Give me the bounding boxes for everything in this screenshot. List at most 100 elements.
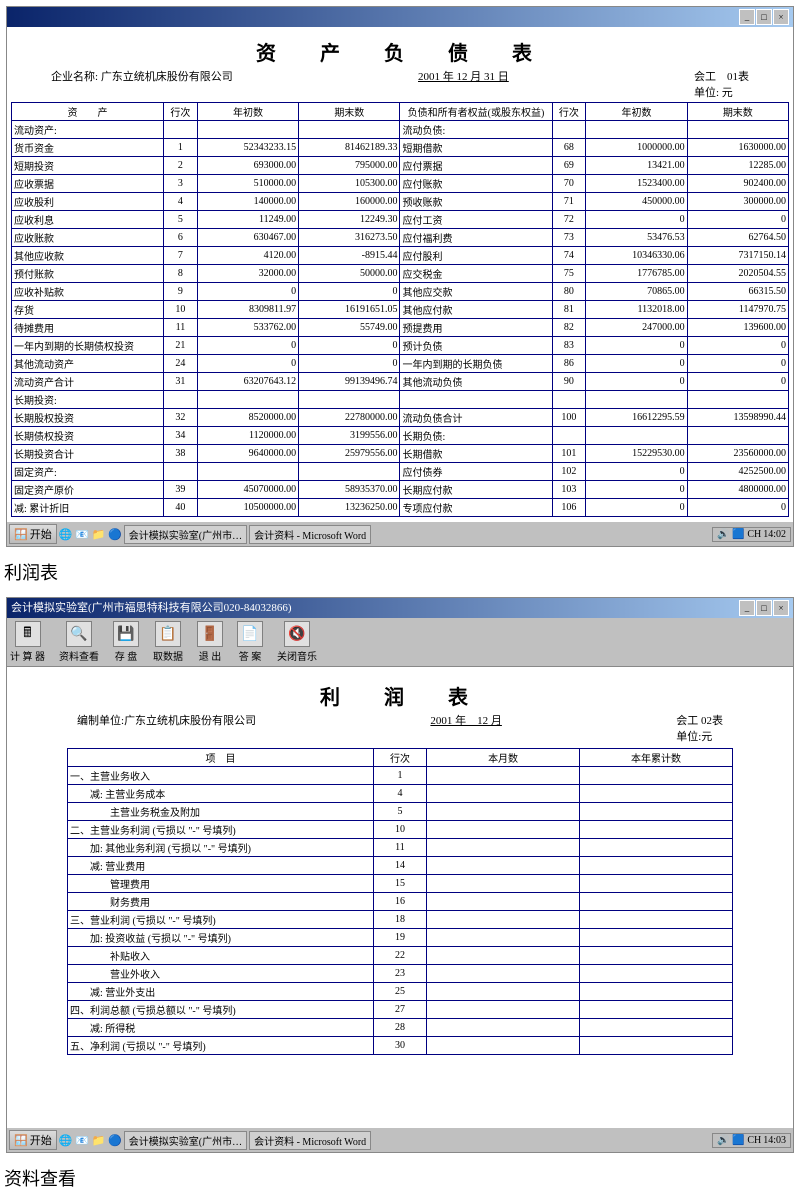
month-cell[interactable] <box>427 911 580 929</box>
minimize-button[interactable]: _ <box>739 600 755 616</box>
row-cell: 2 <box>164 157 198 175</box>
month-cell[interactable] <box>427 803 580 821</box>
taskbar-btn-1[interactable]: 会计模拟实验室(广州市… <box>124 1131 247 1150</box>
system-tray[interactable]: 🔊 🟦 CH 14:03 <box>712 1133 791 1148</box>
sheet-title: 资 产 负 债 表 <box>11 31 789 68</box>
maximize-button[interactable]: □ <box>756 9 772 25</box>
end2-cell: 0 <box>687 337 788 355</box>
minimize-button[interactable]: _ <box>739 9 755 25</box>
asset-cell: 预付账款 <box>12 265 164 283</box>
toolbar-item[interactable]: 🖩计 算 器 <box>10 621 45 663</box>
begin2-cell: 0 <box>586 211 687 229</box>
toolbar-item[interactable]: 🔍资料查看 <box>59 621 99 663</box>
col-month: 本月数 <box>427 749 580 767</box>
taskbar-btn-1[interactable]: 会计模拟实验室(广州市… <box>124 525 247 544</box>
end-cell: 3199556.00 <box>299 427 400 445</box>
month-cell[interactable] <box>427 947 580 965</box>
year-cell[interactable] <box>580 1001 733 1019</box>
maximize-button[interactable]: □ <box>756 600 772 616</box>
taskbar-btn-2[interactable]: 会计资料 - Microsoft Word <box>249 525 371 544</box>
row-cell: 5 <box>164 211 198 229</box>
start-button[interactable]: 🪟开始 <box>9 524 57 544</box>
item-cell: 三、营业利润 (亏损以 "-" 号填列) <box>68 911 374 929</box>
taskbar-btn-2[interactable]: 会计资料 - Microsoft Word <box>249 1131 371 1150</box>
begin-cell: 630467.00 <box>197 229 298 247</box>
liab-cell: 专项应付款 <box>400 499 552 517</box>
close-button[interactable]: × <box>773 9 789 25</box>
year-cell[interactable] <box>580 893 733 911</box>
row2-cell: 75 <box>552 265 586 283</box>
table-row: 财务费用16 <box>68 893 733 911</box>
toolbar-item[interactable]: 🚪退 出 <box>197 621 223 663</box>
year-cell[interactable] <box>580 911 733 929</box>
end-cell: 22780000.00 <box>299 409 400 427</box>
row2-cell: 68 <box>552 139 586 157</box>
begin-cell: 11249.00 <box>197 211 298 229</box>
year-cell[interactable] <box>580 965 733 983</box>
company-label: 编制单位: <box>77 715 124 727</box>
liab-cell: 应付工资 <box>400 211 552 229</box>
row-cell: 28 <box>373 1019 426 1037</box>
close-button[interactable]: × <box>773 600 789 616</box>
month-cell[interactable] <box>427 893 580 911</box>
month-cell[interactable] <box>427 1037 580 1055</box>
month-cell[interactable] <box>427 839 580 857</box>
begin-cell: 63207643.12 <box>197 373 298 391</box>
start-button[interactable]: 🪟开始 <box>9 1130 57 1150</box>
year-cell[interactable] <box>580 929 733 947</box>
begin-cell: 0 <box>197 337 298 355</box>
month-cell[interactable] <box>427 767 580 785</box>
begin2-cell: 0 <box>586 355 687 373</box>
titlebar[interactable]: _ □ × <box>7 7 793 27</box>
year-cell[interactable] <box>580 875 733 893</box>
year-cell[interactable] <box>580 947 733 965</box>
row2-cell <box>552 391 586 409</box>
item-cell: 减: 所得税 <box>68 1019 374 1037</box>
year-cell[interactable] <box>580 821 733 839</box>
month-cell[interactable] <box>427 875 580 893</box>
month-cell[interactable] <box>427 929 580 947</box>
toolbar-item[interactable]: 🔇关闭音乐 <box>277 621 317 663</box>
begin2-cell: 0 <box>586 499 687 517</box>
begin-cell: 140000.00 <box>197 193 298 211</box>
begin2-cell: 0 <box>586 337 687 355</box>
month-cell[interactable] <box>427 1001 580 1019</box>
system-tray[interactable]: 🔊 🟦 CH 14:02 <box>712 527 791 542</box>
row-cell <box>164 121 198 139</box>
col-end2: 期末数 <box>687 103 788 121</box>
month-cell[interactable] <box>427 821 580 839</box>
titlebar[interactable]: 会计模拟实验室(广州市福思特科技有限公司020-84032866) _ □ × <box>7 598 793 618</box>
year-cell[interactable] <box>580 839 733 857</box>
year-cell[interactable] <box>580 767 733 785</box>
toolbar-item[interactable]: 💾存 盘 <box>113 621 139 663</box>
end2-cell: 0 <box>687 499 788 517</box>
year-cell[interactable] <box>580 785 733 803</box>
month-cell[interactable] <box>427 1019 580 1037</box>
begin2-cell: 70865.00 <box>586 283 687 301</box>
month-cell[interactable] <box>427 785 580 803</box>
month-cell[interactable] <box>427 965 580 983</box>
begin2-cell: 1523400.00 <box>586 175 687 193</box>
clock: 14:02 <box>763 529 786 540</box>
year-cell[interactable] <box>580 1037 733 1055</box>
window-controls: _ □ × <box>739 7 789 27</box>
table-row: 长期投资合计389640000.0025979556.00长期借款1011522… <box>12 445 789 463</box>
toolbar-item[interactable]: 📄答 案 <box>237 621 263 663</box>
asset-cell: 应收账款 <box>12 229 164 247</box>
row2-cell <box>552 427 586 445</box>
year-cell[interactable] <box>580 983 733 1001</box>
toolbar-item[interactable]: 📋取数据 <box>153 621 183 663</box>
year-cell[interactable] <box>580 803 733 821</box>
quick-launch[interactable]: 🌐 📧 📁 🔵 <box>59 1134 122 1147</box>
year-cell[interactable] <box>580 857 733 875</box>
year-cell[interactable] <box>580 1019 733 1037</box>
liab-cell: 应付债券 <box>400 463 552 481</box>
quick-launch[interactable]: 🌐 📧 📁 🔵 <box>59 528 122 541</box>
toolbar-label: 资料查看 <box>59 648 99 663</box>
month-cell[interactable] <box>427 857 580 875</box>
month-cell[interactable] <box>427 983 580 1001</box>
row2-cell: 100 <box>552 409 586 427</box>
table-row: 主营业务税金及附加5 <box>68 803 733 821</box>
end-cell: 16191651.05 <box>299 301 400 319</box>
begin2-cell: 1776785.00 <box>586 265 687 283</box>
